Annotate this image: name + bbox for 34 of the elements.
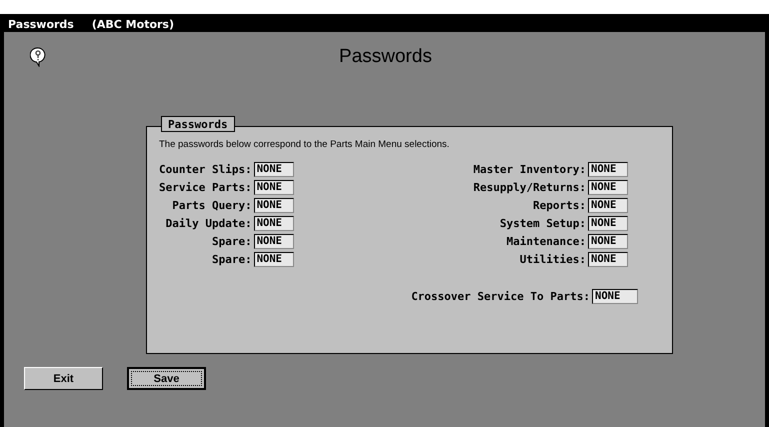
help-icon[interactable] xyxy=(30,47,46,67)
password-field[interactable]: NONE xyxy=(592,289,638,304)
field-label: Reports: xyxy=(533,199,586,212)
page-heading: Passwords xyxy=(338,46,433,68)
password-field[interactable]: NONE xyxy=(588,162,628,177)
group-title: Passwords xyxy=(161,116,235,132)
password-field[interactable]: NONE xyxy=(254,234,294,249)
field-label: Spare: xyxy=(212,235,252,248)
field-label: System Setup: xyxy=(500,217,586,230)
exit-button[interactable]: Exit xyxy=(24,367,103,390)
password-field[interactable]: NONE xyxy=(588,180,628,195)
window-subtitle: (ABC Motors) xyxy=(92,18,174,31)
field-label: Maintenance: xyxy=(506,235,586,248)
field-label: Utilities: xyxy=(520,253,586,266)
password-field[interactable]: NONE xyxy=(588,198,628,213)
save-button[interactable]: Save xyxy=(127,367,206,390)
password-field[interactable]: NONE xyxy=(254,252,294,267)
password-field[interactable]: NONE xyxy=(588,216,628,231)
field-label: Daily Update: xyxy=(166,217,252,230)
password-field[interactable]: NONE xyxy=(254,198,294,213)
password-field[interactable]: NONE xyxy=(254,180,294,195)
field-label: Spare: xyxy=(212,253,252,266)
description-text: The passwords below correspond to the Parts Main Menu selections. xyxy=(159,139,450,150)
window-title: Passwords xyxy=(8,18,74,31)
field-label: Counter Slips: xyxy=(159,163,252,176)
field-label: Service Parts: xyxy=(159,181,252,194)
field-label: Crossover Service To Parts: xyxy=(411,290,590,303)
password-field[interactable]: NONE xyxy=(254,216,294,231)
field-label: Resupply/Returns: xyxy=(473,181,586,194)
password-field[interactable]: NONE xyxy=(588,234,628,249)
password-field[interactable]: NONE xyxy=(254,162,294,177)
field-label: Master Inventory: xyxy=(473,163,586,176)
password-field[interactable]: NONE xyxy=(588,252,628,267)
field-label: Parts Query: xyxy=(172,199,252,212)
